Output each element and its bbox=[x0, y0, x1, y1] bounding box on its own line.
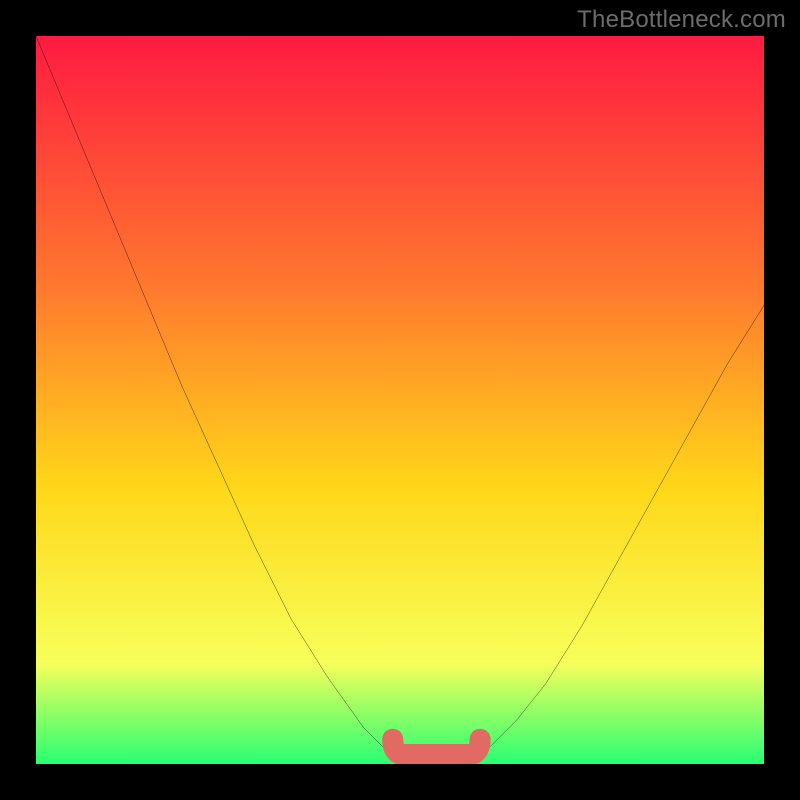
chart-frame: TheBottleneck.com bbox=[0, 0, 800, 800]
watermark-text: TheBottleneck.com bbox=[577, 6, 786, 34]
gradient-background bbox=[36, 36, 764, 764]
bottleneck-chart bbox=[36, 36, 764, 764]
